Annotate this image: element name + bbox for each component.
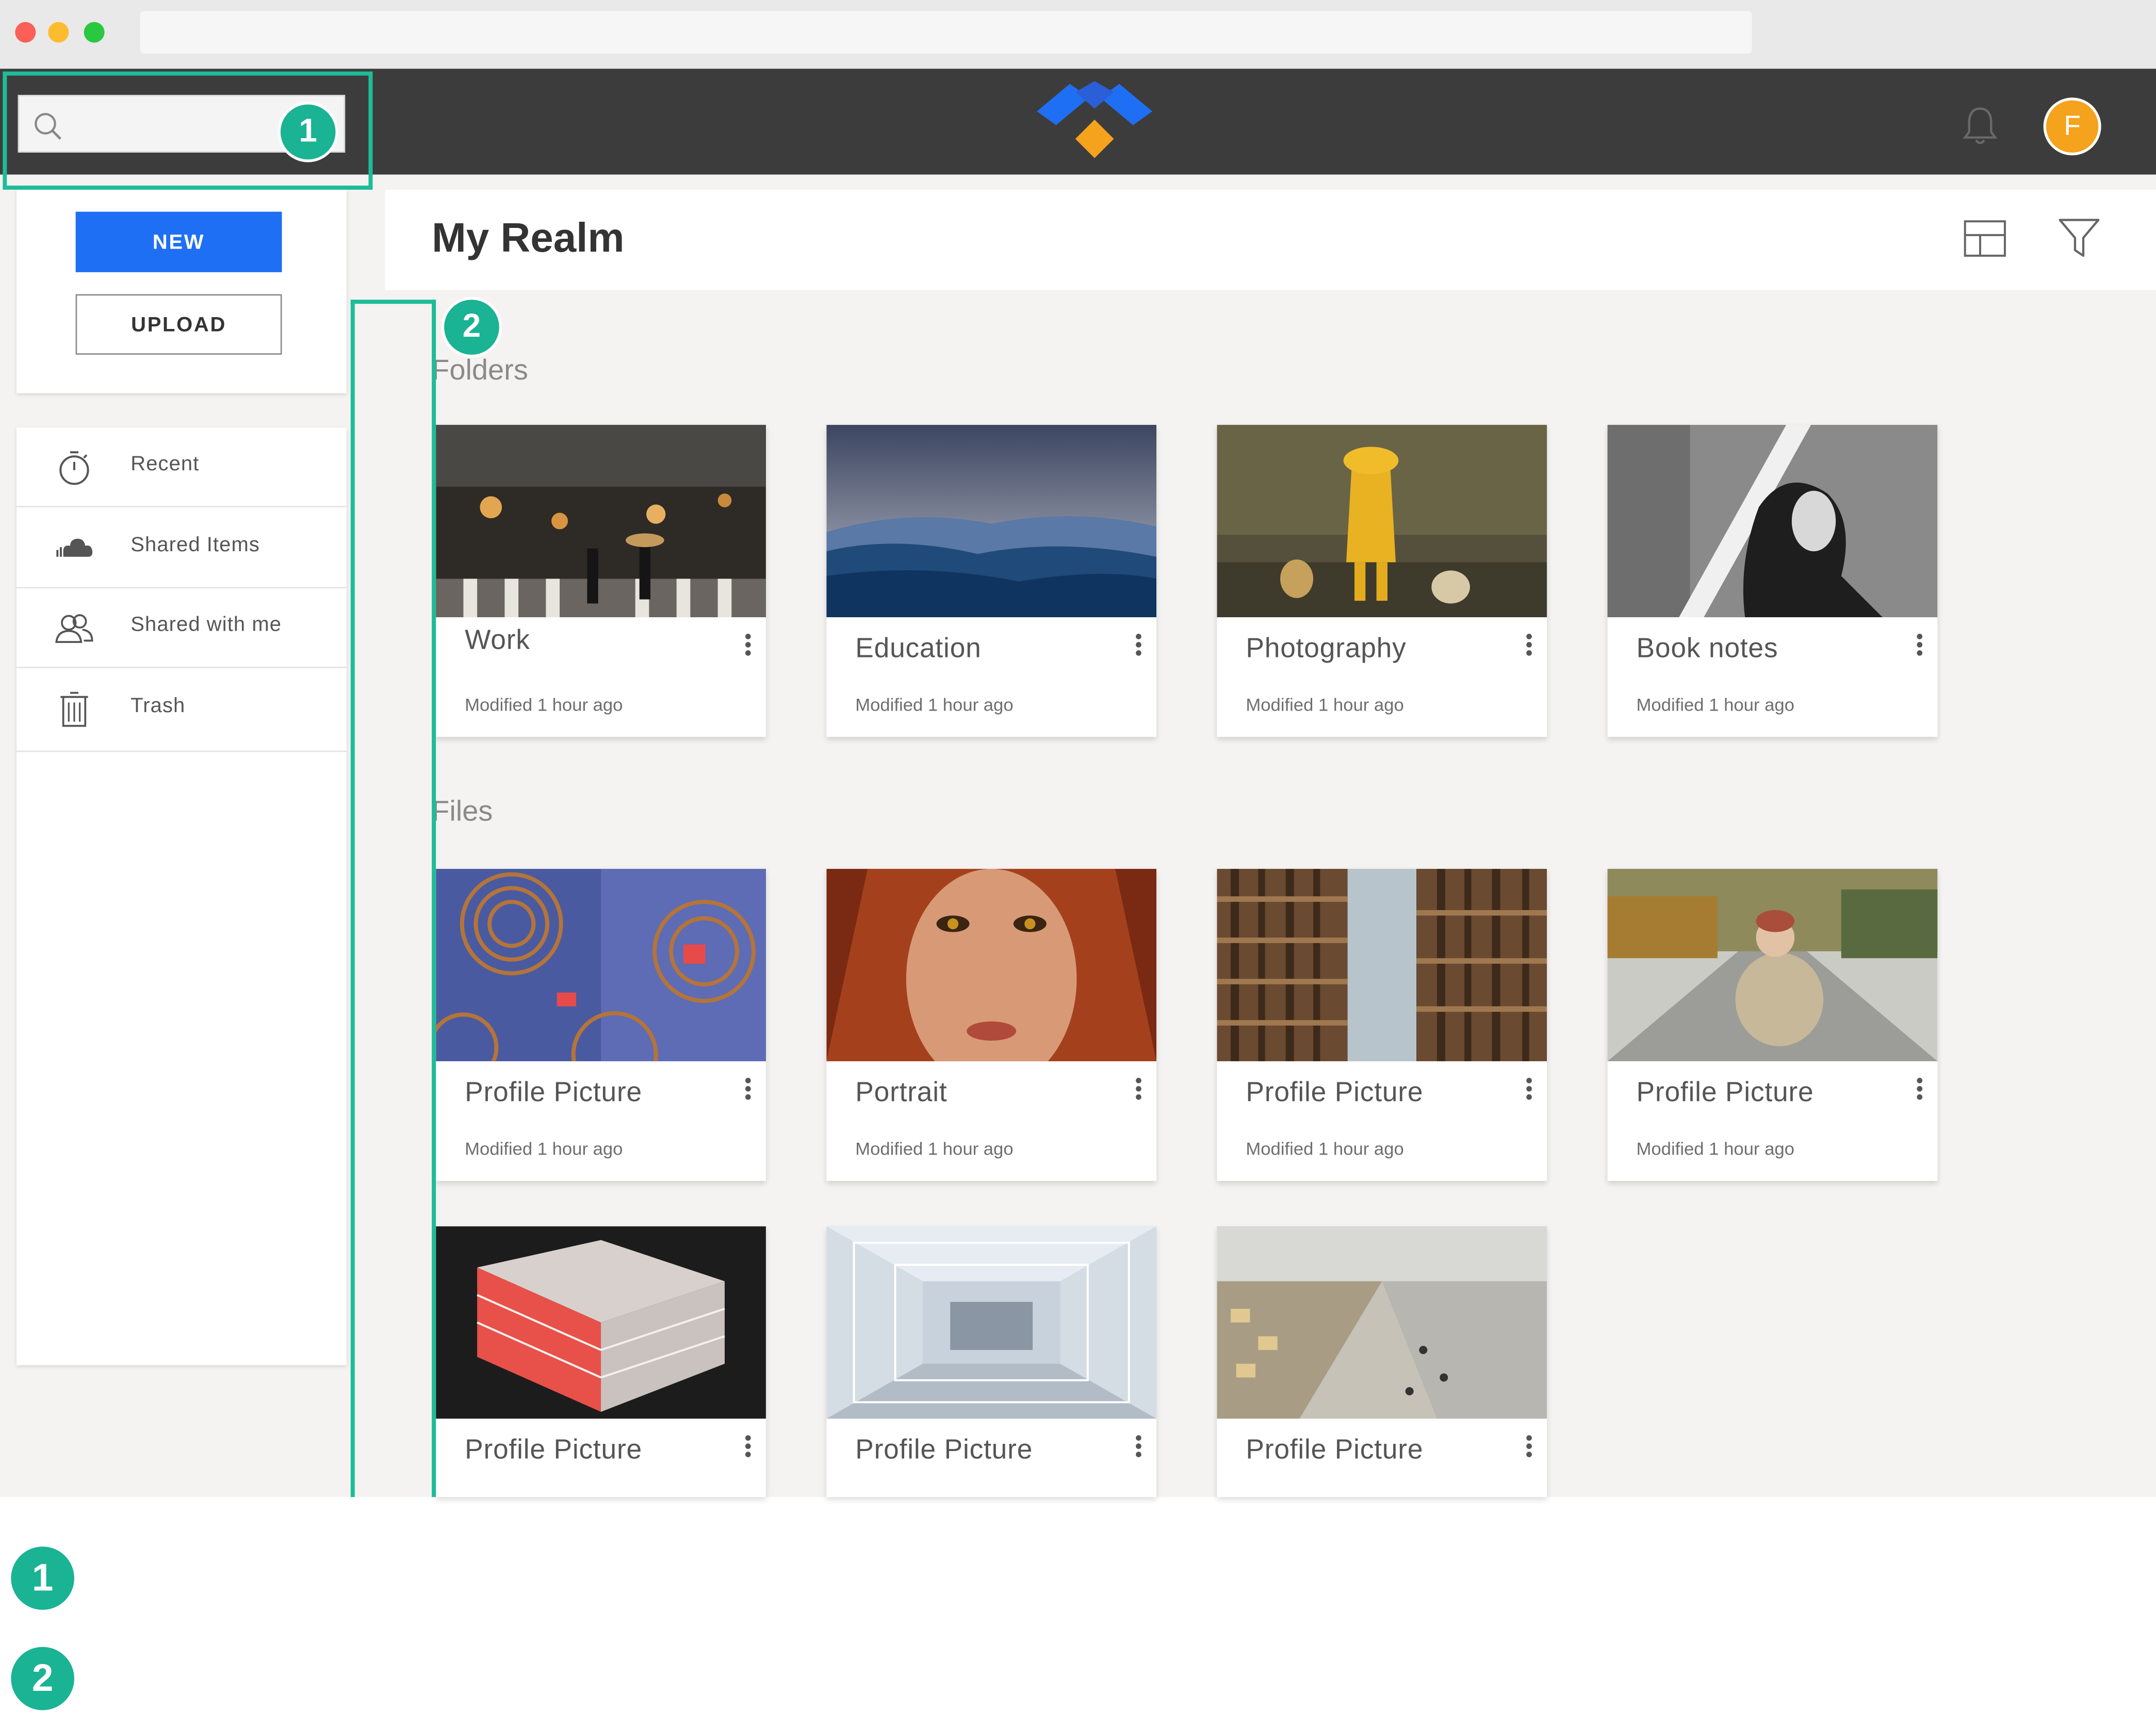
cloud-icon: [56, 538, 93, 557]
card-title: Education: [855, 634, 982, 664]
file-card[interactable]: Profile Picture Modified 1 hour ago: [436, 868, 766, 1181]
more-options-icon[interactable]: [1132, 1435, 1146, 1460]
stopwatch-icon: [59, 451, 89, 485]
card-modified: Modified 1 hour ago: [465, 1138, 623, 1159]
portrait-thumbnail: [826, 868, 1157, 1062]
abstract-circles-thumbnail: [436, 868, 766, 1062]
card-title: Profile Picture: [465, 1435, 643, 1465]
file-card[interactable]: Portrait Modified 1 hour ago: [826, 868, 1157, 1181]
folders-section-title: Folders: [432, 354, 528, 387]
more-options-icon[interactable]: [1522, 634, 1536, 658]
card-modified: Modified 1 hour ago: [855, 694, 1014, 715]
card-title: Profile Picture: [855, 1435, 1033, 1465]
app-logo: [1037, 81, 1153, 158]
card-modified: Modified 1 hour ago: [1246, 694, 1404, 715]
minimize-window-button[interactable]: [48, 22, 69, 43]
white-corridor-thumbnail: [826, 1226, 1157, 1419]
page-title: My Realm: [432, 216, 625, 261]
red-acrylic-model-thumbnail: [436, 1226, 766, 1419]
more-options-icon[interactable]: [1132, 1078, 1146, 1102]
card-title: Photography: [1246, 634, 1407, 664]
wooden-architecture-thumbnail: [1217, 868, 1547, 1062]
address-bar[interactable]: [140, 11, 1752, 54]
more-options-icon[interactable]: [1913, 634, 1926, 658]
folder-card[interactable]: Book notes Modified 1 hour ago: [1607, 424, 1938, 737]
avatar-initial: F: [2064, 110, 2081, 141]
more-options-icon[interactable]: [741, 1078, 755, 1102]
file-card[interactable]: Profile Picture Modified 1 hour ago: [1607, 868, 1938, 1181]
card-title: Work: [465, 625, 530, 656]
card-title: Profile Picture: [1246, 1078, 1424, 1108]
more-options-icon[interactable]: [1913, 1078, 1926, 1102]
more-options-icon[interactable]: [1132, 634, 1146, 658]
card-modified: Modified 1 hour ago: [1246, 1138, 1404, 1159]
more-options-icon[interactable]: [1522, 1078, 1536, 1102]
trash-icon: [60, 691, 88, 727]
sidebar-item-recent[interactable]: Recent: [16, 427, 347, 507]
more-options-icon[interactable]: [1522, 1435, 1536, 1460]
atrium-interior-thumbnail: [1217, 1226, 1547, 1419]
annotation-badge-2: 2: [441, 297, 502, 358]
card-modified: Modified 1 hour ago: [465, 694, 623, 715]
book-notes-thumbnail: [1607, 424, 1938, 618]
card-title: Book notes: [1636, 634, 1778, 664]
annotation-badge-1: 1: [277, 102, 338, 162]
close-window-button[interactable]: [15, 22, 36, 43]
files-section-title: Files: [432, 796, 493, 828]
sidebar-item-shared-with-me[interactable]: Shared with me: [16, 588, 347, 668]
work-thumbnail: [436, 424, 766, 618]
card-title: Profile Picture: [1636, 1078, 1814, 1108]
sidebar-item-shared-items[interactable]: Shared Items: [16, 508, 347, 589]
folder-card[interactable]: Education Modified 1 hour ago: [826, 424, 1157, 737]
card-title: Portrait: [855, 1078, 948, 1108]
file-card[interactable]: Profile Picture: [826, 1226, 1157, 1497]
file-card[interactable]: Profile Picture: [436, 1226, 766, 1497]
photography-thumbnail: [1217, 424, 1547, 618]
sidebar-item-label: Recent: [130, 452, 200, 476]
user-avatar[interactable]: F: [2043, 97, 2101, 156]
card-modified: Modified 1 hour ago: [1636, 1138, 1794, 1159]
more-options-icon[interactable]: [741, 1435, 755, 1460]
sidebar-item-trash[interactable]: Trash: [16, 669, 347, 752]
zoom-window-button[interactable]: [84, 22, 105, 43]
sidebar-item-label: Shared with me: [130, 613, 282, 637]
sidebar-item-label: Trash: [130, 694, 186, 718]
more-options-icon[interactable]: [741, 634, 755, 658]
file-card[interactable]: Profile Picture Modified 1 hour ago: [1217, 868, 1547, 1181]
sidebar-item-label: Shared Items: [130, 533, 260, 557]
card-modified: Modified 1 hour ago: [1636, 694, 1794, 715]
card-title: Profile Picture: [1246, 1435, 1424, 1465]
notification-bell-icon[interactable]: [1961, 105, 2000, 146]
legend-badge-1: 1: [8, 1543, 77, 1613]
layout-toggle-icon[interactable]: [1964, 220, 2006, 257]
file-card[interactable]: Profile Picture: [1217, 1226, 1547, 1497]
filter-icon[interactable]: [2057, 216, 2101, 260]
card-title: Profile Picture: [465, 1078, 643, 1108]
content-header: [385, 189, 2156, 290]
woman-on-road-thumbnail: [1607, 868, 1938, 1062]
legend-badge-2: 2: [8, 1644, 77, 1713]
card-modified: Modified 1 hour ago: [855, 1138, 1014, 1159]
upload-button[interactable]: UPLOAD: [75, 294, 282, 355]
folder-card[interactable]: Work Modified 1 hour ago: [436, 424, 766, 737]
folder-card[interactable]: Photography Modified 1 hour ago: [1217, 424, 1547, 737]
new-button[interactable]: NEW: [75, 211, 282, 272]
users-icon: [55, 614, 93, 643]
annotation-highlight-2: [350, 300, 436, 1497]
education-thumbnail: [826, 424, 1157, 618]
